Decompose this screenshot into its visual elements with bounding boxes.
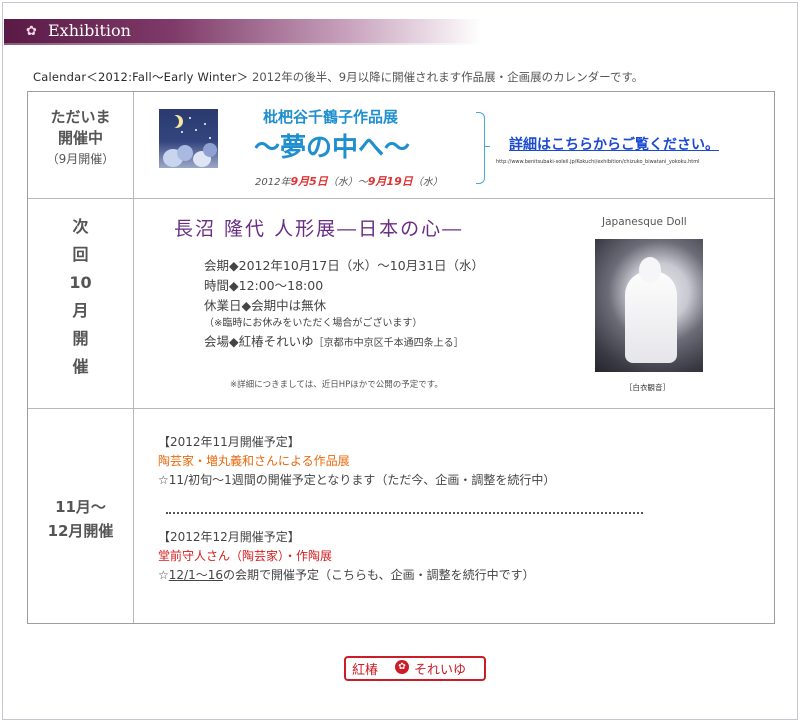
current-exhibition-thumbnail[interactable] bbox=[159, 109, 218, 168]
dec-description: ☆12/1～16の会期で開催予定（こちらも、企画・調整を続行中です） bbox=[158, 568, 535, 582]
bracket-tick bbox=[484, 146, 490, 147]
current-label: ただいま 開催中 （9月開催） bbox=[28, 107, 133, 170]
future-label: 11月～ 12月開催 bbox=[47, 498, 114, 540]
column-divider bbox=[133, 92, 134, 623]
dotted-separator bbox=[166, 512, 643, 514]
next-period: 会期◆2012年10月17日（水）～10月31日（水） bbox=[204, 258, 485, 273]
section-header: ✿ Exhibition bbox=[4, 19, 482, 43]
bracket-decoration bbox=[476, 112, 485, 184]
nov-heading: 【2012年11月開催予定】 bbox=[158, 435, 300, 449]
nov-title: 陶芸家・増丸義和さんによる作品展 bbox=[158, 454, 350, 468]
current-exhibition-title: 枇杷谷千鶴子作品展 bbox=[263, 108, 399, 126]
next-venue: 会場◆紅椿それいゆ［京都市中京区千本通四条上る］ bbox=[204, 334, 464, 349]
row-divider bbox=[28, 198, 774, 199]
next-hours: 時間◆12:00～18:00 bbox=[204, 278, 324, 293]
current-exhibition-period: 2012年9月5日（水）～9月19日（水） bbox=[255, 175, 443, 188]
dec-heading: 【2012年12月開催予定】 bbox=[158, 530, 300, 544]
current-label-line2: 開催中 bbox=[57, 129, 103, 147]
photo-label: Japanesque Doll bbox=[602, 216, 687, 228]
next-closed: 休業日◆会期中は無休 bbox=[204, 298, 327, 313]
camellia-icon: ✿ bbox=[395, 660, 409, 674]
calendar-description: 2012年の後半、9月以降に開催されます作品展・企画展のカレンダーです。 bbox=[252, 70, 644, 84]
current-label-line1: ただいま bbox=[50, 108, 111, 126]
header-underline bbox=[4, 43, 482, 45]
next-exhibition-title: 長沼 隆代 人形展―日本の心― bbox=[174, 218, 464, 240]
detail-url[interactable]: http://www.benitsubaki-soleil.jp/Kokuchi… bbox=[496, 159, 700, 165]
calendar-intro: Calendar＜2012:Fall～Early Winter＞ 2012年の後… bbox=[33, 69, 643, 85]
next-note: ※詳細につきましては、近日HPほかで公開の予定です。 bbox=[230, 380, 443, 390]
exhibition-table: ただいま 開催中 （9月開催） 枇杷谷千鶴子作品展 ～夢の中へ～ 2012年9月… bbox=[27, 91, 775, 624]
section-title: Exhibition bbox=[48, 21, 131, 40]
current-label-month: （9月開催） bbox=[46, 152, 115, 166]
calendar-label: Calendar＜2012:Fall～Early Winter＞ bbox=[33, 70, 249, 84]
flower-icon: ✿ bbox=[26, 24, 37, 39]
nov-description: ☆11/初旬～1週間の開催予定となります（ただ今、企画・調整を続行中） bbox=[158, 473, 556, 487]
row-divider bbox=[28, 408, 774, 409]
detail-link[interactable]: 詳細はこちらからご覧ください。 bbox=[509, 134, 719, 154]
next-label: 次 回 10 月 開 催 bbox=[69, 217, 92, 376]
footer-logo[interactable]: 紅椿 ✿ それいゆ bbox=[344, 656, 486, 681]
moon-icon bbox=[166, 115, 179, 128]
doll-photo bbox=[595, 239, 703, 372]
next-closed-note: （※臨時にお休みをいただく場合がございます） bbox=[204, 318, 423, 329]
dec-title: 堂前守人さん（陶芸家）・作陶展 bbox=[158, 549, 333, 563]
current-exhibition-subtitle: ～夢の中へ～ bbox=[254, 133, 411, 163]
photo-caption: ［白衣観音］ bbox=[625, 383, 670, 392]
future-exhibitions: 【2012年11月開催予定】 陶芸家・増丸義和さんによる作品展 ☆11/初旬～1… bbox=[158, 433, 555, 585]
next-exhibition-info: 会期◆2012年10月17日（水）～10月31日（水） 時間◆12:00～18:… bbox=[204, 256, 484, 354]
